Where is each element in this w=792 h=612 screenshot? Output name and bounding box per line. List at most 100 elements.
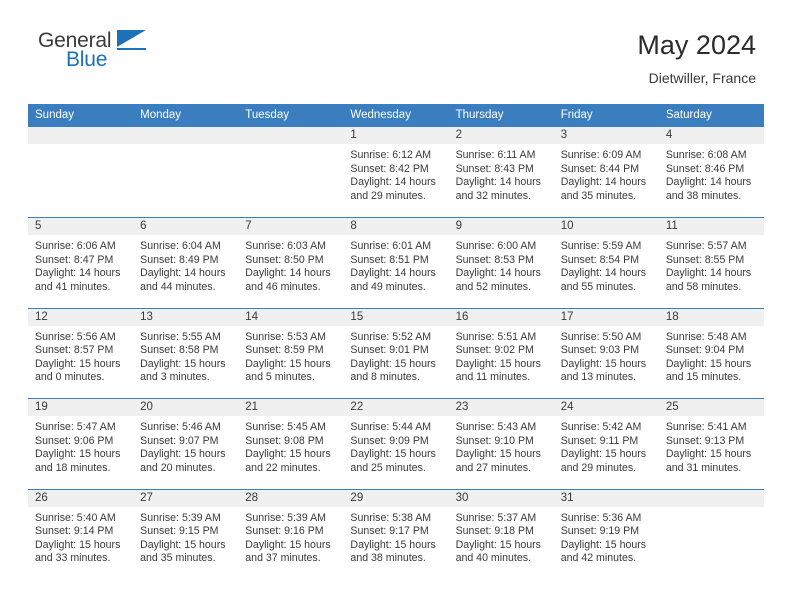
daylight-text-line2: and 58 minutes. [665, 280, 742, 293]
sunset-text: Sunset: 8:59 PM [245, 344, 324, 357]
calendar-day-cell[interactable]: 5 Sunrise: 6:06 AM Sunset: 8:47 PM Daylight… [28, 217, 134, 308]
calendar-day-cell[interactable]: 14 Sunrise: 5:53 AM Sunset: 8:59 PM Dayligh… [238, 307, 344, 399]
day-number: 30 [448, 489, 554, 507]
calendar-day-cell[interactable]: 25 Sunrise: 5:41 AM Sunset: 9:13 PM Dayligh… [658, 398, 764, 489]
day-details: Sunrise: 6:08 AM Sunset: 8:46 PM Daylight:… [659, 144, 764, 203]
day-details: Sunrise: 5:59 AM Sunset: 8:54 PM Daylight:… [554, 235, 659, 294]
calendar-table: Sunday Monday Tuesday Wednesday Thursday… [28, 104, 764, 580]
daylight-text-line1: Daylight: 15 hours [665, 448, 752, 461]
day-details: Sunrise: 5:43 AM Sunset: 9:10 PM Daylight:… [449, 416, 554, 475]
day-details: Sunrise: 5:39 AM Sunset: 9:16 PM Daylight:… [238, 507, 343, 566]
daylight-text-line2: and 52 minutes. [455, 280, 531, 293]
calendar-day-cell[interactable]: 17 Sunrise: 5:50 AM Sunset: 9:03 PM Dayligh… [553, 307, 659, 399]
calendar-day-cell[interactable]: 16 Sunrise: 5:51 AM Sunset: 9:02 PM Dayligh… [448, 307, 554, 399]
calendar-day-cell[interactable]: 4 Sunrise: 6:08 AM Sunset: 8:46 PM Daylight… [658, 127, 764, 218]
day-details: Sunrise: 6:00 AM Sunset: 8:53 PM Daylight:… [449, 235, 554, 294]
day-number: 10 [553, 218, 659, 235]
calendar-day-cell[interactable]: 20 Sunrise: 5:46 AM Sunset: 9:07 PM Dayligh… [133, 398, 239, 489]
calendar-day-cell[interactable]: 21 Sunrise: 5:45 AM Sunset: 9:08 PM Dayligh… [238, 398, 344, 489]
calendar-day-cell[interactable]: 1 Sunrise: 6:12 AM Sunset: 8:42 PM Daylight… [343, 127, 449, 218]
calendar-day-cell[interactable]: 3 Sunrise: 6:09 AM Sunset: 8:44 PM Daylight… [553, 127, 659, 218]
calendar-day-cell[interactable]: 9 Sunrise: 6:00 AM Sunset: 8:53 PM Daylight… [448, 217, 554, 308]
daylight-text-line2: and 31 minutes. [665, 461, 742, 474]
day-number: 19 [28, 399, 134, 416]
sunrise-text: Sunrise: 5:48 AM [665, 330, 747, 343]
day-details: Sunrise: 5:51 AM Sunset: 9:02 PM Daylight:… [449, 326, 554, 385]
calendar-day-cell[interactable]: 13 Sunrise: 5:55 AM Sunset: 8:58 PM Dayligh… [133, 307, 239, 399]
day-details: Sunrise: 5:50 AM Sunset: 9:03 PM Daylight:… [554, 326, 659, 385]
sunset-text: Sunset: 8:43 PM [455, 162, 534, 175]
day-details: Sunrise: 5:37 AM Sunset: 9:18 PM Daylight:… [449, 507, 554, 566]
daylight-text-line1: Daylight: 15 hours [35, 448, 121, 461]
daylight-text-line1: Daylight: 15 hours [455, 448, 541, 461]
day-number: 24 [553, 399, 659, 416]
day-number: 9 [448, 218, 554, 235]
day-number: 11 [658, 218, 764, 235]
calendar-day-cell[interactable]: 28 Sunrise: 5:39 AM Sunset: 9:16 PM Dayligh… [238, 488, 344, 580]
sunrise-text: Sunrise: 6:00 AM [455, 240, 537, 252]
calendar-day-cell[interactable]: 19 Sunrise: 5:47 AM Sunset: 9:06 PM Dayligh… [28, 398, 134, 489]
daylight-text-line2: and 37 minutes. [245, 552, 321, 565]
calendar-day-cell[interactable]: 6 Sunrise: 6:04 AM Sunset: 8:49 PM Daylight… [133, 217, 239, 308]
calendar-day-cell[interactable]: 27 Sunrise: 5:39 AM Sunset: 9:15 PM Dayligh… [133, 488, 239, 580]
sunset-text: Sunset: 8:46 PM [665, 162, 745, 175]
day-details: Sunrise: 5:56 AM Sunset: 8:57 PM Daylight:… [28, 326, 133, 385]
day-number: 6 [133, 218, 239, 235]
calendar-day-cell[interactable]: 11 Sunrise: 5:57 AM Sunset: 8:55 PM Dayligh… [658, 217, 764, 308]
weekday-header-tuesday: Tuesday [238, 104, 344, 127]
calendar-day-cell[interactable]: 10 Sunrise: 5:59 AM Sunset: 8:54 PM Dayligh… [553, 217, 659, 308]
day-details: Sunrise: 6:03 AM Sunset: 8:50 PM Daylight:… [238, 235, 343, 294]
day-number: 1 [343, 127, 449, 144]
sunset-text: Sunset: 8:47 PM [35, 253, 114, 266]
calendar-day-cell[interactable]: 26 Sunrise: 5:40 AM Sunset: 9:14 PM Dayligh… [28, 488, 134, 580]
day-details: Sunrise: 5:36 AM Sunset: 9:19 PM Daylight:… [554, 507, 659, 566]
daylight-text-line2: and 33 minutes. [35, 552, 111, 565]
calendar-day-cell-empty [133, 127, 239, 218]
calendar-day-cell[interactable]: 18 Sunrise: 5:48 AM Sunset: 9:04 PM Dayligh… [658, 307, 764, 399]
daylight-text-line2: and 25 minutes. [350, 461, 426, 474]
daylight-text-line2: and 49 minutes. [350, 280, 426, 293]
day-details: Sunrise: 6:09 AM Sunset: 8:44 PM Daylight:… [554, 144, 659, 203]
sunrise-text: Sunrise: 6:01 AM [350, 240, 432, 252]
calendar-day-cell[interactable]: 23 Sunrise: 5:43 AM Sunset: 9:10 PM Dayligh… [448, 398, 554, 489]
day-details: Sunrise: 5:53 AM Sunset: 8:59 PM Daylight:… [238, 326, 343, 385]
calendar-day-cell[interactable]: 15 Sunrise: 5:52 AM Sunset: 9:01 PM Dayligh… [343, 307, 449, 399]
sunset-text: Sunset: 9:01 PM [350, 344, 429, 357]
daylight-text-line2: and 3 minutes. [140, 371, 210, 384]
day-details: Sunrise: 5:42 AM Sunset: 9:11 PM Daylight:… [554, 416, 659, 475]
sunrise-text: Sunrise: 6:04 AM [140, 240, 221, 252]
sunset-text: Sunset: 9:03 PM [560, 344, 640, 357]
sunset-text: Sunset: 9:11 PM [560, 434, 639, 447]
day-number: 26 [28, 489, 134, 507]
sunset-text: Sunset: 8:57 PM [35, 344, 114, 357]
day-number: 5 [28, 218, 134, 235]
calendar-day-cell[interactable]: 7 Sunrise: 6:03 AM Sunset: 8:50 PM Daylight… [238, 217, 344, 308]
day-number: 18 [658, 308, 764, 326]
sunrise-text: Sunrise: 5:38 AM [350, 511, 432, 524]
calendar-day-cell[interactable]: 24 Sunrise: 5:42 AM Sunset: 9:11 PM Dayligh… [553, 398, 659, 489]
calendar-day-cell[interactable]: 29 Sunrise: 5:38 AM Sunset: 9:17 PM Dayligh… [343, 488, 449, 580]
calendar-day-cell[interactable]: 31 Sunrise: 5:36 AM Sunset: 9:19 PM Dayligh… [553, 488, 659, 580]
calendar-day-cell[interactable]: 8 Sunrise: 6:01 AM Sunset: 8:51 PM Daylight… [343, 217, 449, 308]
general-blue-logo[interactable]: General Blue [38, 28, 158, 74]
day-details: Sunrise: 5:52 AM Sunset: 9:01 PM Daylight:… [343, 326, 448, 385]
sunrise-text: Sunrise: 6:08 AM [665, 149, 747, 161]
daylight-text-line1: Daylight: 15 hours [455, 357, 541, 370]
daylight-text-line2: and 15 minutes. [665, 371, 742, 384]
calendar-day-cell[interactable]: 2 Sunrise: 6:11 AM Sunset: 8:43 PM Daylight… [448, 127, 554, 218]
day-number: 22 [343, 399, 449, 416]
day-number: 15 [343, 308, 449, 326]
daylight-text-line1: Daylight: 15 hours [35, 357, 121, 370]
sunrise-text: Sunrise: 5:36 AM [560, 511, 642, 524]
calendar-day-cell[interactable]: 22 Sunrise: 5:44 AM Sunset: 9:09 PM Dayligh… [343, 398, 449, 489]
calendar-day-cell-empty [28, 127, 134, 218]
calendar-day-cell[interactable]: 30 Sunrise: 5:37 AM Sunset: 9:18 PM Dayligh… [448, 488, 554, 580]
weekday-header-wednesday: Wednesday [343, 104, 449, 127]
day-details: Sunrise: 6:06 AM Sunset: 8:47 PM Daylight:… [28, 235, 133, 294]
calendar-grid: Sunday Monday Tuesday Wednesday Thursday… [28, 104, 764, 580]
day-details: Sunrise: 5:44 AM Sunset: 9:09 PM Daylight:… [343, 416, 448, 475]
day-number: 7 [238, 218, 344, 235]
day-details [659, 507, 764, 512]
daylight-text-line1: Daylight: 14 hours [455, 267, 541, 280]
calendar-day-cell[interactable]: 12 Sunrise: 5:56 AM Sunset: 8:57 PM Dayligh… [28, 307, 134, 399]
